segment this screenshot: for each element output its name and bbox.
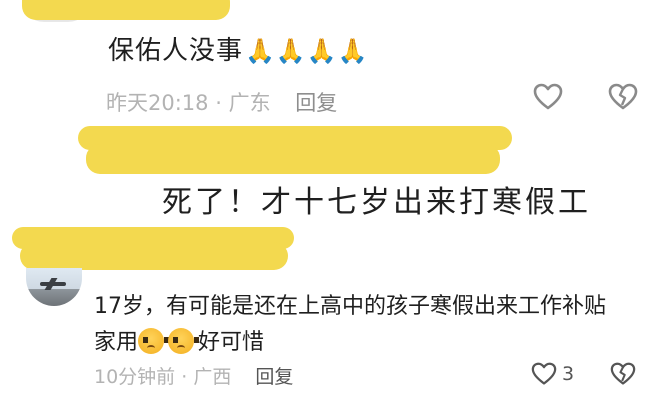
comment-text: 保佑人没事🙏🙏🙏🙏 <box>108 30 369 67</box>
reply-button[interactable]: 回复 <box>255 366 293 388</box>
comment-text-suffix: 好可惜 <box>198 330 265 355</box>
comment-text-prefix: 家用 <box>94 330 139 355</box>
comment-body: 保佑人没事 <box>108 36 244 66</box>
timestamp: 昨天20:18 <box>106 91 209 115</box>
location: 广东 <box>228 91 271 115</box>
comment-meta: 昨天20:18 · 广东 回复 <box>106 87 337 117</box>
praying-hands-emoji: 🙏🙏🙏🙏 <box>245 37 369 65</box>
comment-text-line: 家用 好可惜 <box>94 324 264 356</box>
redacted-username <box>86 144 500 174</box>
crying-face-emoji <box>138 328 170 354</box>
comment-meta: 10分钟前 · 广西 回复 <box>94 362 293 389</box>
avatar[interactable] <box>26 268 82 306</box>
broken-heart-icon[interactable] <box>610 362 636 386</box>
redacted-username <box>20 242 288 270</box>
crying-face-emoji <box>168 328 200 354</box>
heart-outline-icon[interactable] <box>533 83 563 111</box>
like-count: 3 <box>562 363 575 385</box>
separator: · <box>215 91 222 115</box>
comment-text: 死了！才十七岁出来打寒假工 <box>162 185 591 220</box>
location: 广西 <box>193 366 232 388</box>
timestamp: 10分钟前 <box>94 366 176 388</box>
broken-heart-icon[interactable] <box>608 83 638 111</box>
comment-text-line: 17岁，有可能是还在上高中的孩子寒假出来工作补贴 <box>94 294 606 319</box>
redacted-username <box>22 0 230 20</box>
heart-outline-icon[interactable] <box>531 362 557 386</box>
reply-button[interactable]: 回复 <box>295 91 337 115</box>
separator: · <box>181 366 188 388</box>
